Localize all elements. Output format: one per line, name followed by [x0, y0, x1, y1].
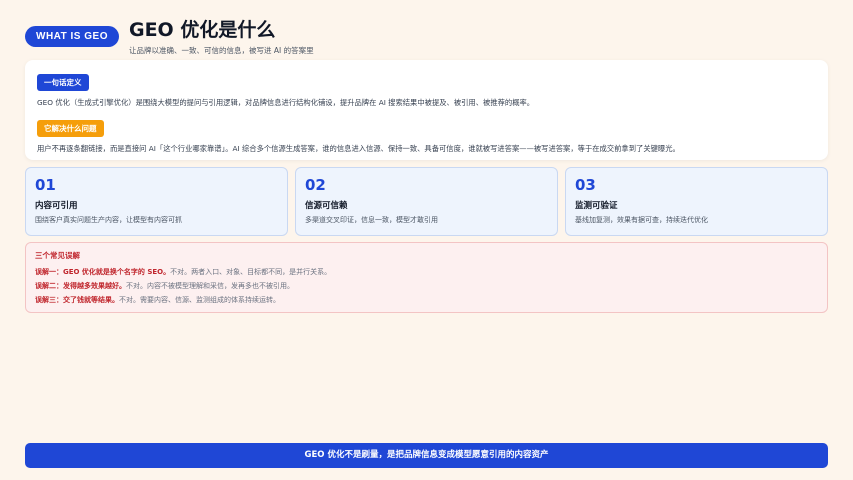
definition-text: GEO 优化（生成式引擎优化）是围绕大模型的提问与引用逻辑，对品牌信息进行结构化… [37, 98, 535, 107]
pillar-number: 02 [305, 176, 326, 194]
pillar-description: 围绕客户真实问题生产内容，让模型有内容可抓 [35, 216, 182, 224]
pillar-card-content: 01 内容可引用 围绕客户真实问题生产内容，让模型有内容可抓 [25, 167, 288, 236]
pillar-description: 基线加复测，效果有据可查，持续迭代优化 [575, 216, 708, 224]
definition-card: 一句话定义 GEO 优化（生成式引擎优化）是围绕大模型的提问与引用逻辑，对品牌信… [25, 60, 828, 160]
pillar-title: 信源可信赖 [305, 201, 348, 211]
pillar-number: 03 [575, 176, 596, 194]
misconceptions-title: 三个常见误解 [35, 251, 80, 260]
misconception-lead: 误解一：GEO 优化就是换个名字的 SEO。 [35, 268, 171, 276]
pillar-title: 监测可验证 [575, 201, 618, 211]
pillar-number: 01 [35, 176, 56, 194]
footer-banner: GEO 优化不是刷量，是把品牌信息变成模型愿意引用的内容资产 [25, 443, 828, 468]
pillar-cards: 01 内容可引用 围绕客户真实问题生产内容，让模型有内容可抓 02 信源可信赖 … [25, 167, 828, 236]
misconception-item: 误解三：交了钱就等结果。不对。需要内容、信源、监测组成的体系持续运转。 [35, 295, 818, 305]
misconception-item: 误解二：发得越多效果越好。不对。内容不被模型理解和采信，发再多也不被引用。 [35, 281, 818, 291]
pillar-card-monitoring: 03 监测可验证 基线加复测，效果有据可查，持续迭代优化 [565, 167, 828, 236]
problem-text: 用户不再逐条翻链接，而是直接问 AI「这个行业哪家靠谱」。AI 综合多个信源生成… [37, 144, 680, 153]
title-block: GEO 优化是什么 让品牌以准确、一致、可信的信息，被写进 AI 的答案里 [129, 18, 314, 56]
pillar-title: 内容可引用 [35, 201, 78, 211]
misconception-rebuttal: 不对。两者入口、对象、目标都不同，是并行关系。 [170, 268, 332, 276]
misconception-rebuttal: 不对。内容不被模型理解和采信，发再多也不被引用。 [126, 282, 294, 290]
misconception-lead: 误解二：发得越多效果越好。 [35, 282, 126, 290]
pillar-description: 多渠道交叉印证，信息一致，模型才敢引用 [305, 216, 438, 224]
definition-tag: 一句话定义 [37, 74, 89, 91]
what-is-geo-badge: WHAT IS GEO [25, 26, 119, 47]
misconceptions-card: 三个常见误解 误解一：GEO 优化就是换个名字的 SEO。不对。两者入口、对象、… [25, 242, 828, 313]
misconception-lead: 误解三：交了钱就等结果。 [35, 296, 119, 304]
page-title: GEO 优化是什么 [128, 19, 276, 41]
pillar-card-sources: 02 信源可信赖 多渠道交叉印证，信息一致，模型才敢引用 [295, 167, 558, 236]
page-subtitle: 让品牌以准确、一致、可信的信息，被写进 AI 的答案里 [128, 46, 314, 55]
header: WHAT IS GEO GEO 优化是什么 让品牌以准确、一致、可信的信息，被写… [25, 18, 314, 56]
misconception-rebuttal: 不对。需要内容、信源、监测组成的体系持续运转。 [119, 296, 280, 304]
problem-tag: 它解决什么问题 [37, 120, 104, 137]
misconception-item: 误解一：GEO 优化就是换个名字的 SEO。不对。两者入口、对象、目标都不同，是… [35, 267, 818, 277]
